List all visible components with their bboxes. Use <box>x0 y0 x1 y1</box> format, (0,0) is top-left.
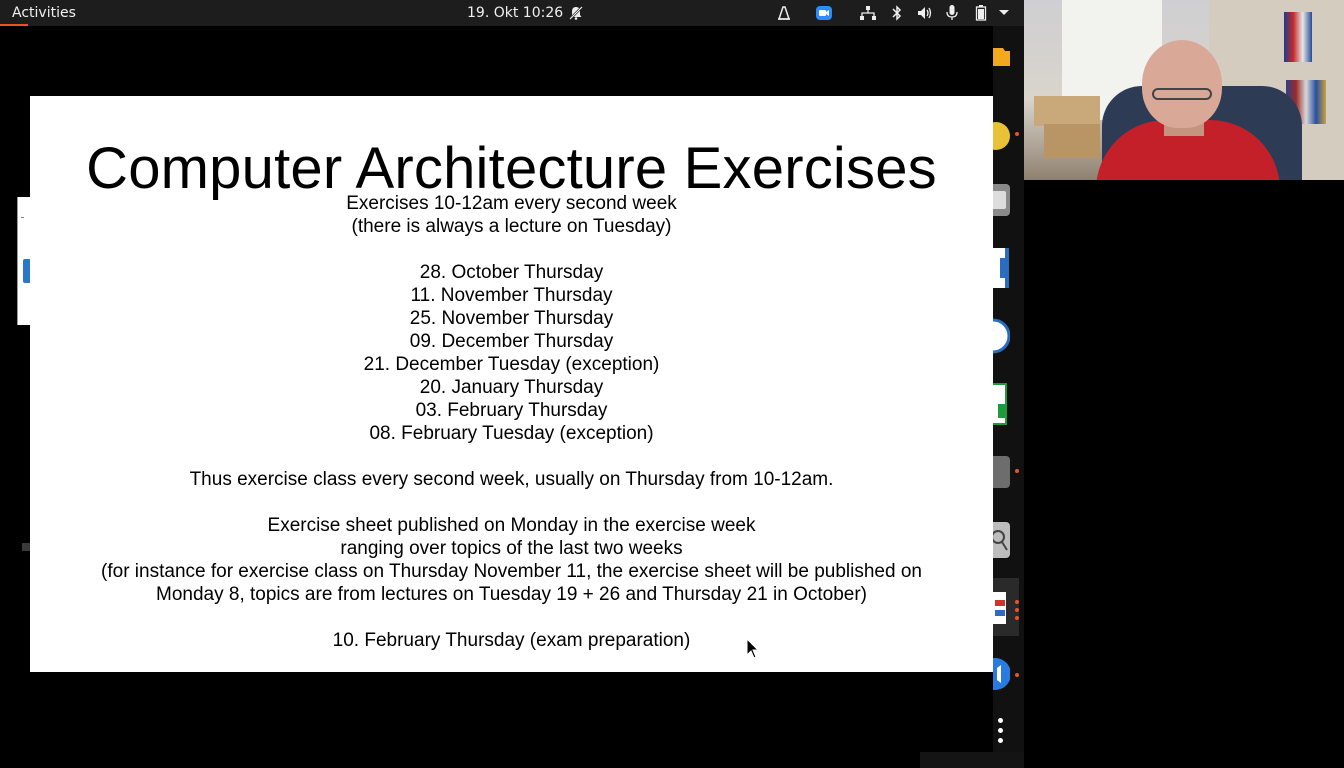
bluetooth-icon[interactable] <box>888 4 906 22</box>
running-indicator <box>1015 469 1019 473</box>
network-icon[interactable] <box>859 4 877 22</box>
video-box <box>1034 96 1100 126</box>
notes-icon[interactable] <box>989 182 1010 218</box>
window-detail <box>21 217 24 218</box>
zoom-icon[interactable] <box>815 4 833 22</box>
impress-presentation-icon[interactable] <box>990 578 1019 636</box>
slide-line: Monday 8, topics are from lectures on Tu… <box>156 584 867 605</box>
running-indicator <box>1015 673 1019 677</box>
files-icon[interactable] <box>993 40 1010 70</box>
video-books <box>1284 12 1312 62</box>
video-box <box>1044 124 1100 158</box>
mouse-pointer-icon <box>746 638 760 659</box>
slide-spacer <box>30 606 993 629</box>
running-indicator <box>1015 600 1019 604</box>
presentation-slide: Computer Architecture Exercises Exercise… <box>30 96 993 672</box>
volume-icon[interactable] <box>916 4 934 22</box>
show-applications-icon[interactable] <box>994 718 1008 750</box>
slide-date-line: 25. November Thursday <box>409 308 614 329</box>
dock-edge <box>920 752 1024 768</box>
slide-spacer <box>30 238 993 261</box>
slide-date-line: 21. December Tuesday (exception) <box>363 354 660 375</box>
top-bar: Activities 19. Okt 10:26 <box>0 0 1024 26</box>
slide-date-line: 03. February Thursday <box>415 400 608 421</box>
clock[interactable]: 19. Okt 10:26 <box>467 5 563 21</box>
slide-date-line: 11. November Thursday <box>410 285 613 306</box>
notifications-off-icon[interactable] <box>567 4 585 22</box>
system-menu-chevron-icon[interactable] <box>995 4 1013 22</box>
slide-body: Exercises 10-12am every second week (the… <box>30 192 993 652</box>
slide-line: (for instance for exercise class on Thur… <box>101 561 922 582</box>
wacom-tablet-icon[interactable] <box>775 4 793 22</box>
microphone-icon[interactable] <box>943 4 961 22</box>
slide-line: (there is always a lecture on Tuesday) <box>351 216 672 237</box>
calc-spreadsheet-icon[interactable] <box>989 382 1010 426</box>
running-indicator <box>1015 608 1019 612</box>
video-person-head <box>1142 40 1222 128</box>
slide-line: 10. February Thursday (exam preparation) <box>332 630 691 651</box>
battery-icon[interactable] <box>972 4 990 22</box>
web-browser-icon[interactable] <box>975 316 1011 356</box>
speaker-app-icon[interactable] <box>979 652 1011 696</box>
activities-button[interactable]: Activities <box>12 5 76 21</box>
slide-date-line: 09. December Thursday <box>409 331 614 352</box>
slide-date-line: 20. January Thursday <box>419 377 604 398</box>
slide-line: Exercises 10-12am every second week <box>346 193 677 214</box>
slide-line: ranging over topics of the last two week… <box>340 538 683 559</box>
slide-line: Exercise sheet published on Monday in th… <box>267 515 756 536</box>
magnifier-icon[interactable] <box>989 520 1010 560</box>
running-indicator <box>1015 616 1019 620</box>
slide-date-line: 28. October Thursday <box>419 262 604 283</box>
slide-spacer <box>30 491 993 514</box>
zoom-app-icon[interactable] <box>982 120 1010 152</box>
video-person-glasses <box>1152 88 1212 100</box>
running-indicator <box>1015 132 1019 136</box>
participant-video[interactable] <box>1024 0 1344 180</box>
document-viewer-icon[interactable] <box>990 246 1010 290</box>
slide-spacer <box>30 445 993 468</box>
slide-date-line: 08. February Tuesday (exception) <box>369 423 654 444</box>
window-icon[interactable] <box>989 454 1010 490</box>
slide-line: Thus exercise class every second week, u… <box>189 469 834 490</box>
dock <box>975 26 1024 768</box>
background-element <box>22 543 30 551</box>
